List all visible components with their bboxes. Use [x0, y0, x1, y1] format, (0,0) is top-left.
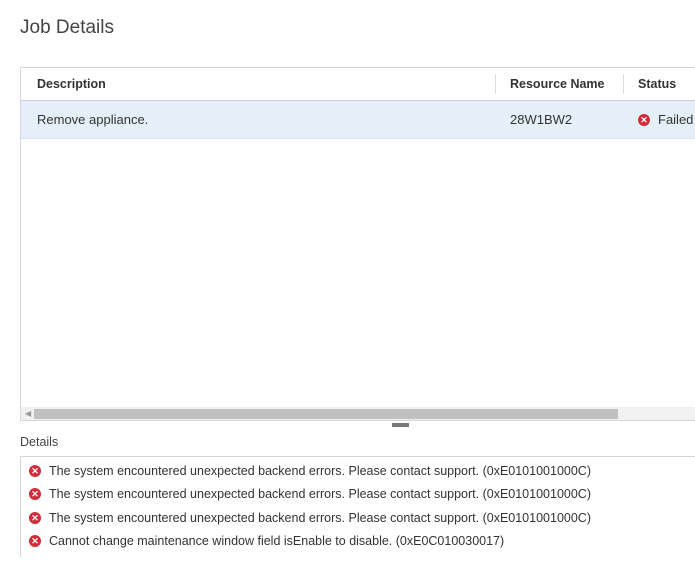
jobs-table: Description Resource Name Status Remove … [20, 67, 695, 421]
cell-description: Remove appliance. [37, 112, 149, 127]
error-message: The system encountered unexpected backen… [49, 487, 591, 501]
error-icon: ✕ [638, 113, 650, 126]
column-resizer[interactable] [495, 74, 496, 94]
details-label: Details [20, 435, 59, 449]
page-title: Job Details [20, 17, 114, 38]
column-header-resource-name[interactable]: Resource Name [510, 68, 605, 100]
column-resizer[interactable] [623, 74, 624, 94]
error-message: The system encountered unexpected backen… [49, 511, 591, 525]
cell-status: ✕ Failed [638, 101, 693, 138]
cell-resource-name: 28W1BW2 [510, 112, 573, 127]
error-icon: ✕ [29, 535, 41, 547]
horizontal-scrollbar[interactable]: ◀ [21, 407, 695, 420]
error-icon: ✕ [29, 512, 41, 524]
table-row[interactable]: Remove appliance. 28W1BW2 ✕ Failed [21, 101, 695, 139]
scrollbar-thumb[interactable] [34, 409, 618, 419]
error-message: The system encountered unexpected backen… [49, 464, 591, 478]
details-list: ✕ The system encountered unexpected backe… [20, 456, 695, 557]
list-item: ✕ Cannot change maintenance window field … [29, 534, 504, 548]
column-header-status[interactable]: Status [638, 68, 676, 100]
error-icon: ✕ [29, 488, 41, 500]
error-icon: ✕ [29, 465, 41, 477]
table-header: Description Resource Name Status [21, 68, 695, 102]
resize-handle[interactable] [392, 423, 409, 427]
status-text: Failed [658, 112, 694, 127]
column-header-description[interactable]: Description [37, 68, 106, 100]
list-item: ✕ The system encountered unexpected backe… [29, 511, 591, 525]
list-item: ✕ The system encountered unexpected backe… [29, 487, 591, 501]
list-item: ✕ The system encountered unexpected backe… [29, 464, 591, 478]
error-message: Cannot change maintenance window field i… [49, 534, 505, 548]
scroll-left-arrow-icon[interactable]: ◀ [25, 407, 31, 420]
